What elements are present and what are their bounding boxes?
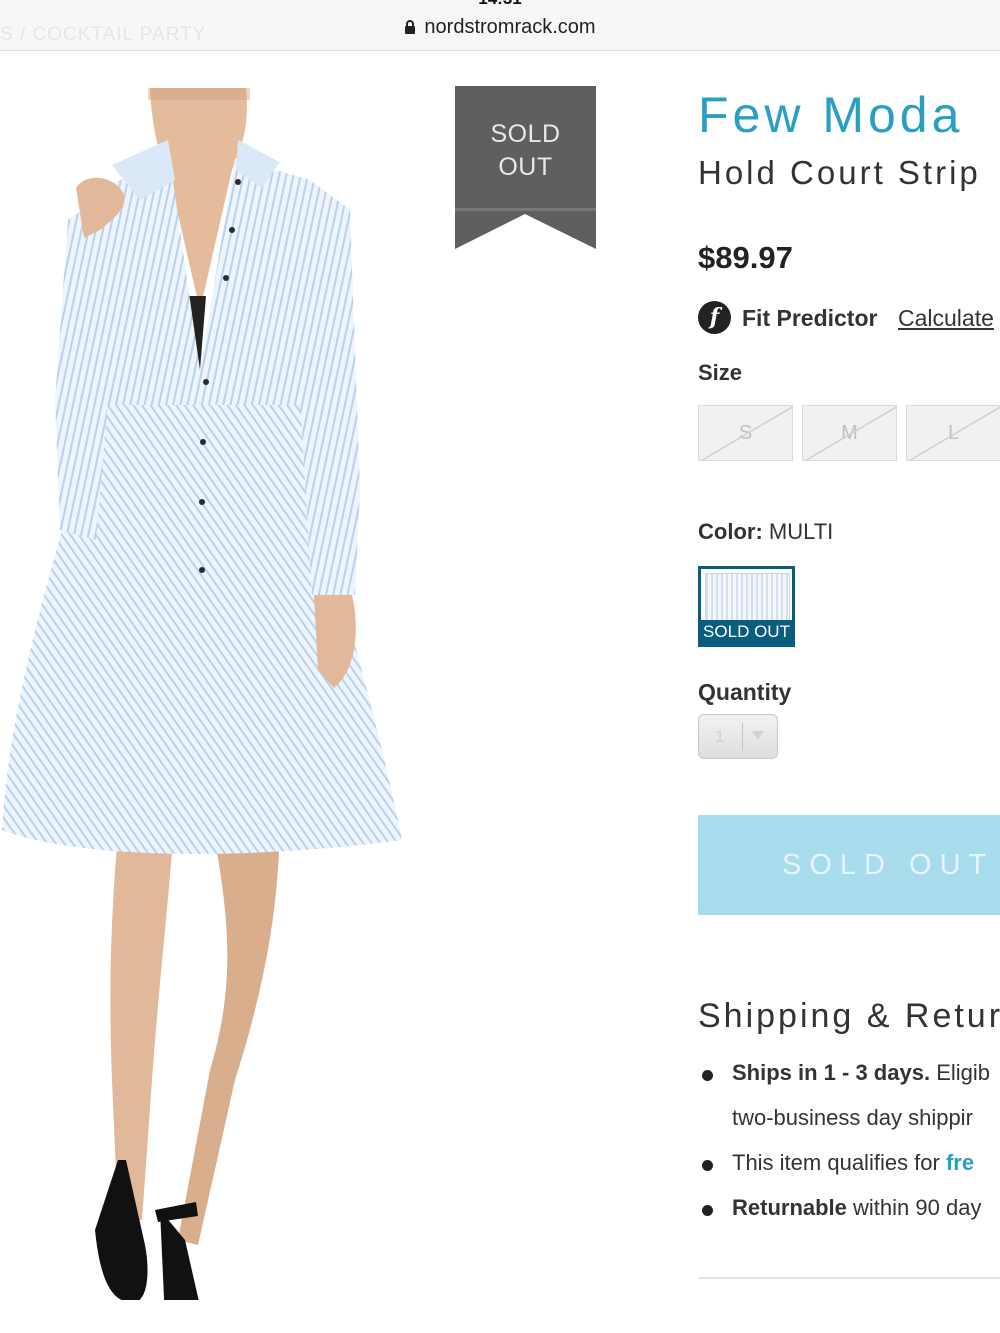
swatch-pattern	[705, 573, 790, 622]
fit-predictor-link[interactable]: Calculate	[898, 305, 994, 332]
bullet-icon	[702, 1205, 713, 1216]
sold-out-button[interactable]: SOLD OUT	[698, 815, 1000, 915]
shipping-line-3-rest: This item qualifies for	[732, 1150, 946, 1175]
unavailable-slash-icon	[908, 406, 1000, 460]
free-shipping-link[interactable]: fre	[946, 1150, 974, 1175]
product-image[interactable]	[0, 70, 420, 1300]
quantity-value: 1	[715, 727, 725, 746]
swatch-sold-out-badge: SOLD OUT	[701, 620, 792, 644]
color-row: Color: MULTI	[698, 519, 833, 545]
color-value: MULTI	[768, 519, 834, 544]
shipping-line-1-rest: Eligib	[930, 1060, 990, 1085]
shipping-returns-title[interactable]: Shipping & Retur	[698, 997, 1000, 1036]
quantity-label: Quantity	[698, 679, 792, 705]
shipping-line-4-rest: within 90 day	[846, 1195, 982, 1220]
size-label: Size	[698, 360, 743, 385]
quantity-divider	[742, 723, 743, 751]
lock-icon	[405, 20, 416, 34]
color-label: Color	[698, 519, 756, 544]
unavailable-slash-icon	[804, 406, 896, 460]
shipping-list: Ships in 1 - 3 days. Eligib two-business…	[698, 1060, 1000, 1240]
product-price: $89.97	[698, 240, 793, 275]
chevron-down-icon	[752, 731, 764, 740]
section-divider	[698, 1277, 1000, 1279]
fit-predictor-icon: f	[698, 301, 731, 334]
quantity-select[interactable]: 1	[698, 714, 778, 759]
address-bar[interactable]: nordstromrack.com	[0, 16, 1000, 39]
size-option-s[interactable]: S	[698, 405, 793, 461]
url-text: nordstromrack.com	[424, 16, 596, 38]
bullet-icon	[702, 1070, 713, 1081]
color-swatch[interactable]: SOLD OUT	[698, 566, 795, 647]
browser-bar: 14:31 S / COCKTAIL PARTY nordstromrack.c…	[0, 0, 1000, 51]
color-colon: :	[755, 519, 763, 544]
ribbon-text: SOLD OUT	[455, 118, 596, 184]
unavailable-slash-icon	[700, 406, 792, 460]
size-option-m[interactable]: M	[802, 405, 897, 461]
shipping-line-4-bold: Returnable	[732, 1195, 847, 1220]
ribbon-line-1: SOLD	[490, 120, 561, 148]
sold-out-ribbon: SOLD OUT	[455, 86, 596, 249]
brand-name[interactable]: Few Moda	[698, 86, 963, 144]
fit-predictor-label: Fit Predictor	[742, 305, 878, 331]
size-option-l[interactable]: L	[906, 405, 1000, 461]
shipping-line-1-bold: Ships in 1 - 3 days.	[732, 1060, 931, 1085]
product-title: Hold Court Strip	[698, 154, 981, 191]
bullet-icon	[702, 1160, 713, 1171]
ribbon-line-2: OUT	[498, 153, 553, 181]
status-time: 14:31	[0, 0, 1000, 9]
shipping-line-2-text: two-business day shippir	[732, 1105, 973, 1130]
